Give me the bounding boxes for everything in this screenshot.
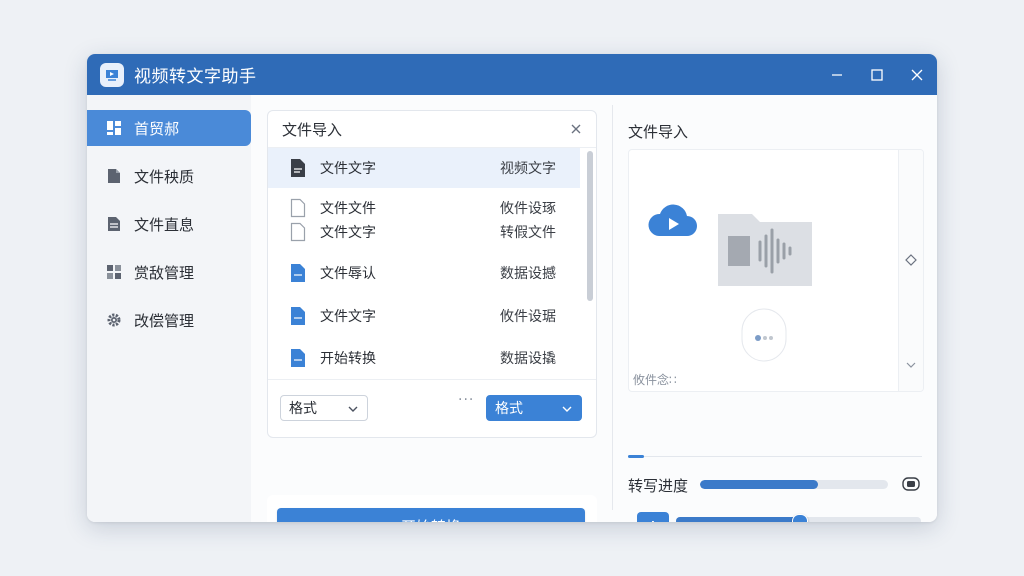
sidebar-item-home[interactable]: 首贸郝: [87, 110, 251, 146]
sidebar-item-label: 改偿管理: [134, 311, 195, 330]
mic-card-icon: [741, 308, 787, 362]
file-outline-icon: [290, 198, 306, 218]
file-tag: 数据设撼: [500, 266, 556, 282]
document-icon: [106, 216, 122, 232]
panel-header: 文件导入: [268, 111, 596, 148]
gear-icon: [106, 312, 122, 328]
close-window-button[interactable]: [897, 54, 937, 95]
sidebar-item-label: 文件直息: [134, 215, 195, 234]
file-tag: 数据设撬: [500, 351, 556, 367]
start-convert-button[interactable]: 开始转换: [277, 508, 585, 522]
file-name: 文件文字: [320, 161, 376, 177]
close-icon: [911, 69, 923, 80]
panel-footer: 格式 ··· 格式: [268, 379, 596, 437]
panel-title: 文件导入: [282, 120, 343, 139]
preview-area: 攸件念∷: [628, 149, 924, 392]
add-button[interactable]: +: [637, 512, 669, 522]
dashboard-icon: [106, 120, 122, 136]
list-item[interactable]: 文件文字 转假文件: [268, 220, 580, 244]
minimize-icon: [832, 73, 842, 76]
tab-line: [628, 456, 922, 457]
grid-icon: [106, 264, 122, 280]
list-scrollbar[interactable]: [587, 151, 593, 301]
progress-label: 转写进度: [628, 477, 689, 495]
app-title: 视频转文字助手: [134, 67, 257, 87]
diamond-icon[interactable]: [905, 254, 917, 266]
close-icon[interactable]: [568, 121, 584, 137]
file-name: 文件文字: [320, 309, 376, 325]
file-tag: 攸件设琢: [500, 201, 556, 217]
file-tag: 攸件设琚: [500, 309, 556, 325]
file-icon: [106, 168, 122, 184]
panel-divider: [612, 105, 613, 510]
stop-icon[interactable]: [902, 477, 920, 491]
sidebar-item-label: 文件秧质: [134, 167, 195, 186]
file-name: 开始转换: [320, 351, 376, 367]
sidebar-item-files[interactable]: 文件秧质: [87, 158, 251, 194]
preview-caption: 攸件念∷: [633, 373, 677, 387]
file-import-panel: 文件导入 文件文字 视频文字 文件文件 攸件设琢 文件文字 转假文件 文件辱认 …: [267, 110, 597, 438]
chevron-down-icon: [562, 406, 572, 412]
tab-indicator: [628, 455, 644, 458]
format-select-right[interactable]: 格式: [486, 395, 582, 421]
chevron-down-icon[interactable]: [906, 360, 916, 370]
file-list: 文件文字 视频文字 文件文件 攸件设琢 文件文字 转假文件 文件辱认 数据设撼: [268, 148, 596, 379]
select-value: 格式: [289, 401, 317, 417]
file-name: 文件文件: [320, 201, 376, 217]
preview-title: 文件导入: [628, 123, 689, 141]
sidebar-item-info[interactable]: 文件直息: [87, 206, 251, 242]
sidebar-item-label: 赏敌管理: [134, 263, 195, 282]
main-area: 文件导入 文件文字 视频文字 文件文件 攸件设琢 文件文字 转假文件 文件辱认 …: [251, 95, 937, 522]
sidebar: 首贸郝 文件秧质 文件直息 赏敌管理 改偿管理: [87, 95, 251, 522]
sidebar-item-settings[interactable]: 改偿管理: [87, 302, 251, 338]
chevron-down-icon: [348, 406, 358, 412]
file-blue-icon: [291, 307, 305, 325]
app-logo-icon: [100, 62, 124, 87]
minimize-button[interactable]: [817, 54, 857, 95]
file-name: 文件文字: [320, 225, 376, 241]
list-item[interactable]: 文件文字 攸件设琚: [268, 304, 580, 328]
sidebar-item-label: 首贸郝: [134, 119, 180, 138]
audio-folder-icon: [718, 214, 812, 286]
window-controls: [817, 54, 937, 95]
format-select-left[interactable]: 格式: [280, 395, 368, 421]
volume-slider[interactable]: [676, 514, 921, 522]
progress-fill: [700, 480, 819, 489]
slider-thumb[interactable]: [791, 514, 808, 522]
list-item[interactable]: 文件文件 攸件设琢: [268, 196, 580, 220]
slider-fill: [676, 517, 799, 522]
maximize-button[interactable]: [857, 54, 897, 95]
file-dark-icon: [291, 159, 305, 177]
titlebar: 视频转文字助手: [87, 54, 937, 95]
select-value: 格式: [495, 401, 523, 417]
sidebar-item-manage[interactable]: 赏敌管理: [87, 254, 251, 290]
file-outline-icon: [290, 222, 306, 242]
list-item[interactable]: 文件文字 视频文字: [268, 148, 580, 188]
file-name: 文件辱认: [320, 266, 376, 282]
list-item[interactable]: 开始转换 数据设撬: [268, 346, 580, 370]
cloud-play-icon: [648, 204, 697, 236]
app-window: 视频转文字助手 首贸郝 文件秧质 文件直息 赏敌管理 改偿管理 文件导入 文件文…: [87, 54, 937, 522]
more-options-button[interactable]: ···: [458, 392, 474, 408]
file-blue-icon: [291, 349, 305, 367]
preview-side-strip: [898, 150, 923, 391]
file-tag: 转假文件: [500, 225, 556, 241]
progress-bar: [700, 480, 888, 489]
list-item[interactable]: 文件辱认 数据设撼: [268, 261, 580, 285]
maximize-icon: [871, 68, 883, 81]
file-blue-icon: [291, 264, 305, 282]
file-tag: 视频文字: [500, 161, 556, 177]
